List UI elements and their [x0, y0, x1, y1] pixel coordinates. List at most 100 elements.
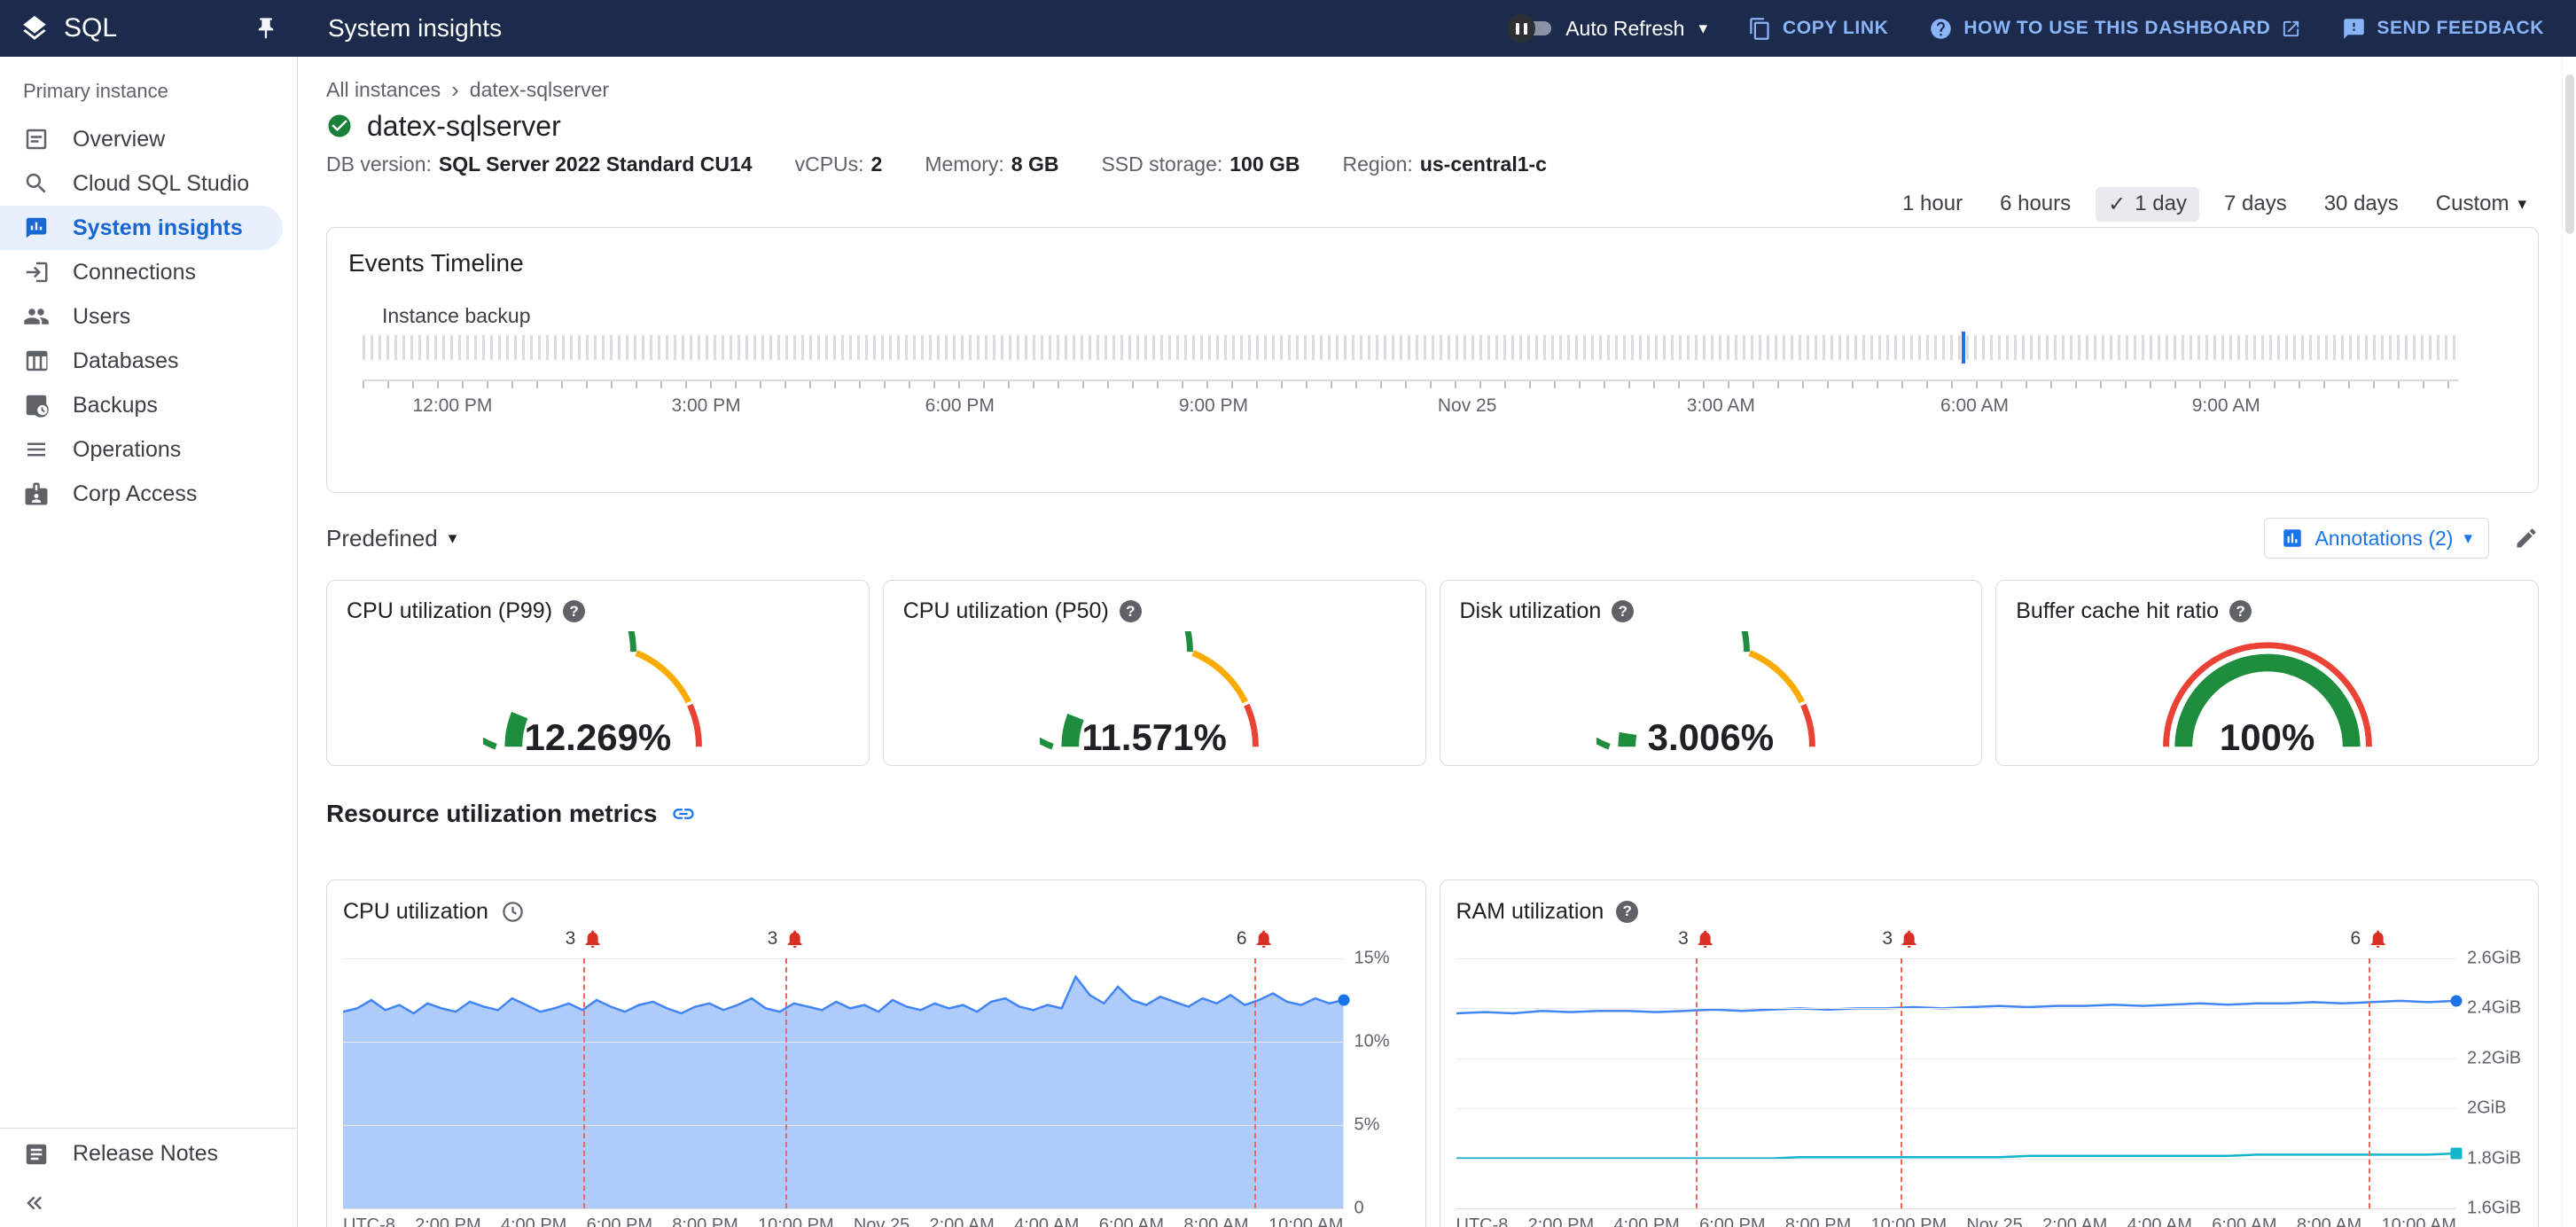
x-axis-label: 6:00 AM [1098, 1215, 1165, 1227]
collapse-sidebar-button[interactable] [0, 1179, 297, 1227]
connections-icon [23, 259, 50, 285]
alert-badge[interactable]: 6 [2350, 928, 2388, 950]
sidebar-item-release-notes[interactable]: Release Notes [0, 1128, 297, 1179]
auto-refresh-label: Auto Refresh [1565, 16, 1685, 40]
sidebar-item-label: Release Notes [73, 1141, 218, 1166]
sidebar-item-system-insights[interactable]: System insights [0, 206, 283, 250]
alert-badge[interactable]: 3 [1882, 928, 1920, 950]
sidebar-item-users[interactable]: Users [0, 294, 297, 339]
alert-marker-line [785, 958, 787, 1208]
sidebar-item-backups[interactable]: Backups [0, 383, 297, 427]
y-axis-label: 15% [1354, 948, 1390, 968]
x-axis-label: 8:00 PM [672, 1215, 738, 1227]
history-icon[interactable] [501, 900, 525, 924]
chart-grid: CPU utilization 3 3 6 15% 10% 5% 0 UTC-8 2:00 PM 4… [326, 879, 2539, 1227]
x-axis-label: 10:00 AM [2381, 1215, 2456, 1227]
system-insights-icon [23, 215, 50, 241]
annotations-button[interactable]: Annotations (2) ▾ [2264, 518, 2489, 559]
how-to-use-link[interactable]: HOW TO USE THIS DASHBOARD [1929, 17, 2301, 41]
check-icon: ✓ [2108, 191, 2127, 216]
x-axis-label: 2:00 AM [929, 1215, 995, 1227]
alert-badges-row: 3 3 6 [1456, 926, 2457, 958]
section-title: Resource utilization metrics [326, 800, 658, 827]
y-axis-label: 2.2GiB [2467, 1048, 2522, 1068]
axis-label: 6:00 PM [925, 395, 995, 416]
time-range-1-day[interactable]: ✓ 1 day [2096, 186, 2199, 222]
alert-badge[interactable]: 3 [1678, 928, 1716, 950]
backup-event-marker[interactable] [1961, 332, 1965, 363]
time-range-30-days[interactable]: ✓30 days [2312, 187, 2411, 221]
chart-x-axis: UTC-8 2:00 PM 4:00 PM 6:00 PM 8:00 PM 10:00 P… [343, 1215, 1344, 1227]
feedback-icon [2342, 17, 2366, 41]
pause-icon [1507, 14, 1536, 43]
event-row-label: Instance backup [382, 304, 531, 327]
y-axis-label: 0 [1354, 1198, 1364, 1218]
series-end-marker [1338, 994, 1349, 1006]
bell-icon [1899, 928, 1920, 950]
page-scrollbar[interactable] [2562, 57, 2576, 1227]
sidebar-item-connections[interactable]: Connections [0, 250, 297, 294]
gauge-title: CPU utilization (P50) [902, 598, 1109, 623]
alert-marker-line [1696, 958, 1698, 1208]
breadcrumb-all-instances[interactable]: All instances [326, 78, 441, 102]
link-icon[interactable] [671, 801, 696, 826]
sidebar-item-corp-access[interactable]: Corp Access [0, 472, 297, 516]
x-axis-label: 6:00 PM [1699, 1215, 1766, 1227]
help-icon[interactable]: ? [2229, 600, 2252, 622]
series-end-marker [2450, 1147, 2463, 1160]
sidebar-item-label: Databases [73, 348, 179, 373]
auto-refresh-control[interactable]: Auto Refresh ▾ [1507, 14, 1707, 43]
chevron-down-icon: ▾ [1698, 19, 1707, 38]
chevron-right-icon: › [451, 75, 459, 103]
time-range-7-days[interactable]: ✓7 days [2212, 187, 2299, 221]
predefined-dropdown[interactable]: Predefined ▾ [326, 525, 457, 552]
sidebar-item-operations[interactable]: Operations [0, 427, 297, 472]
sidebar-item-cloud-sql-studio[interactable]: Cloud SQL Studio [0, 161, 297, 206]
gauge: 3.006% [1596, 631, 1825, 762]
alert-badge[interactable]: 6 [1237, 928, 1275, 950]
events-axis [363, 379, 2458, 388]
sidebar-item-label: Cloud SQL Studio [73, 170, 250, 196]
help-icon[interactable]: ? [1119, 600, 1142, 622]
alert-badge[interactable]: 3 [768, 928, 806, 950]
help-circle-icon [1929, 17, 1953, 41]
help-icon[interactable]: ? [1612, 600, 1635, 622]
x-axis-label: 10:00 AM [1268, 1215, 1344, 1227]
bell-icon [1695, 928, 1716, 950]
backups-icon [23, 392, 50, 418]
sidebar-item-label: Operations [73, 436, 182, 462]
copy-link-button[interactable]: COPY LINK [1748, 17, 1888, 41]
y-axis-label: 2.6GiB [2467, 948, 2522, 968]
sidebar-item-databases[interactable]: Databases [0, 339, 297, 383]
y-axis-label: 2.4GiB [2467, 997, 2522, 1018]
help-icon[interactable]: ? [563, 600, 586, 622]
scrollbar-thumb[interactable] [2565, 74, 2574, 234]
send-feedback-button[interactable]: SEND FEEDBACK [2342, 17, 2544, 41]
time-range-6-hours[interactable]: ✓6 hours [1987, 187, 2083, 221]
x-axis-label: Nov 25 [853, 1215, 910, 1227]
breadcrumb-current: datex-sqlserver [469, 77, 610, 101]
chevron-down-icon: ▾ [2463, 528, 2472, 548]
alert-badge[interactable]: 3 [566, 928, 604, 950]
x-axis-label: 2:00 PM [415, 1215, 481, 1227]
external-link-icon [2281, 19, 2301, 39]
auto-refresh-toggle[interactable] [1507, 14, 1552, 43]
topbar: SQL System insights Auto Refresh ▾ COPY … [0, 0, 2576, 57]
y-axis-label: 5% [1354, 1114, 1380, 1135]
operations-icon [23, 436, 50, 463]
cloud-sql-logo-icon [20, 13, 50, 43]
status-healthy-icon [326, 113, 353, 139]
x-axis-label: 10:00 PM [1870, 1215, 1948, 1227]
sidebar-item-label: Users [73, 303, 131, 329]
gauge: 100% [2153, 631, 2382, 762]
edit-dashboard-button[interactable] [2514, 526, 2539, 551]
time-range-1-hour[interactable]: ✓1 hour [1890, 187, 1975, 221]
sidebar-item-overview[interactable]: Overview [0, 117, 297, 161]
pin-icon[interactable] [254, 16, 278, 41]
instance-meta-item: Memory: 8 GB [925, 152, 1059, 176]
time-range-custom[interactable]: Custom ▾ [2424, 187, 2539, 221]
alert-marker-line [582, 958, 585, 1208]
resource-metrics-section: Resource utilization metrics [326, 798, 2539, 830]
help-icon[interactable]: ? [1616, 900, 1639, 923]
gauge-title: CPU utilization (P99) [347, 598, 553, 623]
